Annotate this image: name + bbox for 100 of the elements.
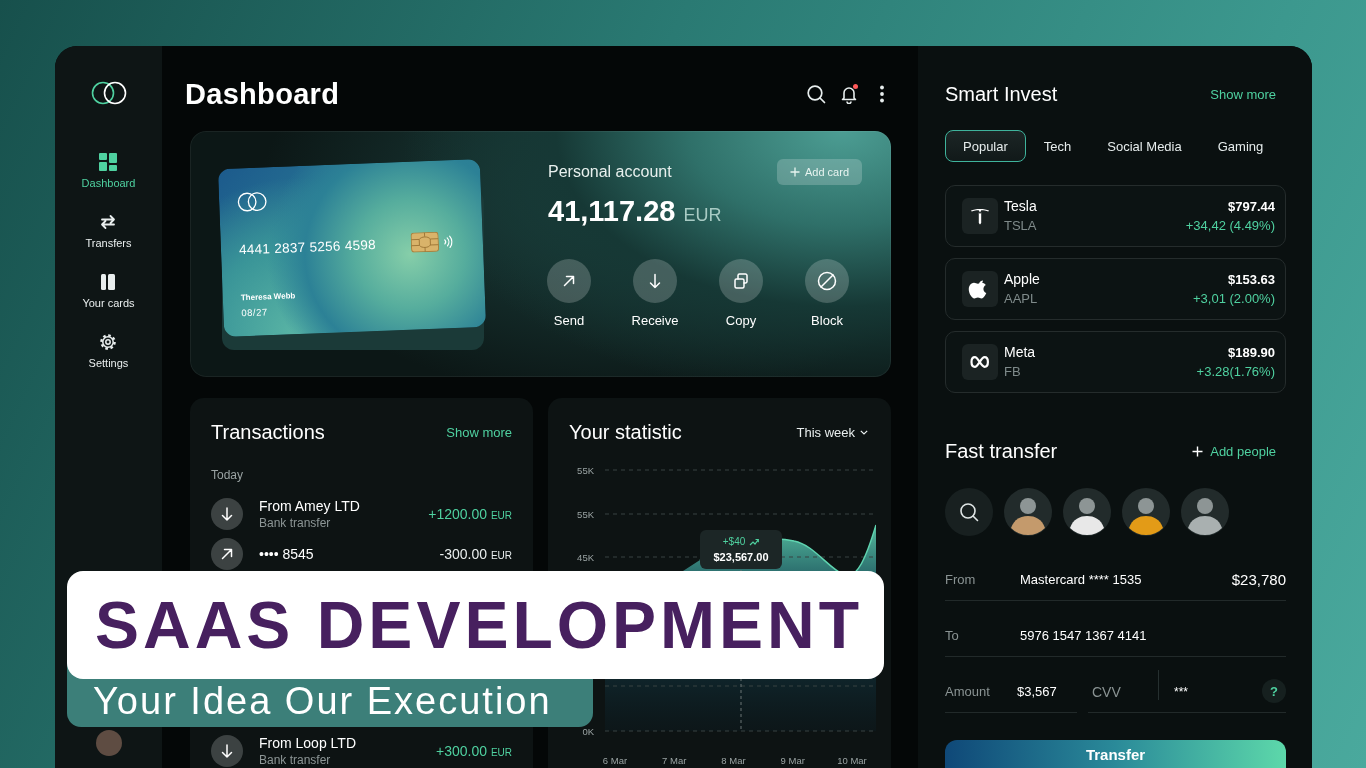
action-button[interactable]: Receive <box>620 259 690 329</box>
contact-avatar[interactable] <box>1181 488 1229 536</box>
infinity-icon <box>962 344 998 380</box>
plus-icon <box>789 167 800 177</box>
stock-ticker: TSLA <box>1004 217 1038 235</box>
copy-icon <box>719 259 763 303</box>
arrow-down-icon <box>633 259 677 303</box>
contactless-icon <box>442 234 454 248</box>
field-label: From <box>945 572 977 588</box>
balance-amount: 41,117.28 EUR <box>548 194 723 229</box>
t-shape-icon <box>962 198 998 234</box>
period-dropdown[interactable]: This week <box>796 424 868 440</box>
settings-icon <box>99 333 118 351</box>
x-axis-label: 6 Mar <box>602 755 628 766</box>
show-more-link[interactable]: Show more <box>446 424 512 440</box>
action-button[interactable]: Block <box>792 259 862 329</box>
arrow-down-icon <box>211 735 243 767</box>
transaction-amount: +1200.00 EUR <box>428 506 512 522</box>
date-group-label: Today <box>211 467 245 483</box>
cvv-input[interactable]: *** <box>1174 684 1254 700</box>
action-button[interactable]: Send <box>534 259 604 329</box>
y-axis-label: 45K <box>577 551 594 563</box>
transaction-name: From Loop LTD <box>259 734 357 752</box>
card-expiry: 08/27 <box>241 306 268 320</box>
stock-card[interactable]: Apple AAPL $153.63 +3,01 (2.00%) <box>945 258 1286 320</box>
search-icon[interactable] <box>806 83 826 104</box>
card-balance: $23,780 <box>1231 571 1286 588</box>
logo-icon <box>90 81 127 105</box>
x-axis-label: 9 Mar <box>780 755 805 766</box>
contact-avatar[interactable] <box>1063 488 1111 536</box>
section-title: Smart Invest <box>945 82 1058 106</box>
slashed-circle-icon <box>805 259 849 303</box>
transaction-name: •••• 8545 <box>259 545 315 563</box>
arrow-down-icon <box>211 498 243 530</box>
transaction-amount: +300.00 EUR <box>436 743 512 759</box>
arrow-up-right-icon <box>547 259 591 303</box>
page-title: Dashboard <box>185 76 340 111</box>
transaction-amount: -300.00 EUR <box>439 546 512 562</box>
y-axis-label: 0K <box>582 725 594 737</box>
transaction-name: From Amey LTD <box>259 497 361 515</box>
nav-item[interactable]: Dashboard <box>81 153 136 190</box>
help-button[interactable]: ? <box>1262 679 1286 703</box>
card-number-input[interactable]: 5976 1547 1367 4141 <box>1020 628 1286 644</box>
category-tab[interactable]: Gaming <box>1199 130 1282 162</box>
stock-price: $189.90 <box>1228 344 1275 362</box>
stock-ticker: FB <box>1004 363 1022 381</box>
card-logo-icon <box>236 191 268 213</box>
banner-subtitle: Your Idea Our Execution <box>93 679 552 723</box>
stock-change: +3,01 (2.00%) <box>1192 290 1275 308</box>
banner-title: SAAS DEVELOPMENT <box>95 590 864 660</box>
y-axis-label: 55K <box>577 464 594 476</box>
transaction-method: Bank transfer <box>259 752 332 768</box>
stock-name: Meta <box>1004 343 1037 362</box>
nav-item[interactable]: Transfers <box>85 213 132 250</box>
section-title: Fast transfer <box>945 439 1058 463</box>
chevron-down-icon <box>860 429 868 435</box>
account-label: Personal account <box>548 163 672 181</box>
stock-name: Apple <box>1004 270 1041 289</box>
stock-change: +34,42 (4.49%) <box>1185 217 1275 235</box>
dashboard-grid-icon <box>99 153 118 171</box>
trend-up-icon <box>749 537 760 546</box>
card-title: Transactions <box>211 420 325 444</box>
transaction-method: Bank transfer <box>259 515 332 531</box>
category-tab[interactable]: Tech <box>1025 130 1090 162</box>
apple-icon <box>962 271 998 307</box>
card-number: 4441 2837 5256 4598 <box>238 236 377 257</box>
plus-icon <box>1192 445 1204 457</box>
chip-icon <box>410 231 440 253</box>
stock-card[interactable]: Meta FB $189.90 +3.28(1.76%) <box>945 331 1286 393</box>
search-icon[interactable] <box>945 488 993 536</box>
transfer-arrows-icon <box>99 213 118 231</box>
stock-ticker: AAPL <box>1004 290 1039 308</box>
x-axis-label: 10 Mar <box>837 755 867 766</box>
add-people-button[interactable]: Add people <box>1192 443 1276 459</box>
x-axis-label: 8 Mar <box>721 755 746 766</box>
transfer-button[interactable]: Transfer <box>945 740 1286 768</box>
card-holder-name: Theresa Webb <box>240 291 296 304</box>
more-menu-icon[interactable] <box>878 83 886 104</box>
stock-price: $153.63 <box>1228 271 1275 289</box>
field-label: Amount <box>945 684 991 700</box>
show-more-link[interactable]: Show more <box>1210 86 1276 102</box>
action-button[interactable]: Copy <box>706 259 776 329</box>
field-label: CVV <box>1092 684 1122 700</box>
stock-card[interactable]: Tesla TSLA $797.44 +34,42 (4.49%) <box>945 185 1286 247</box>
cards-icon <box>99 273 118 291</box>
contact-avatar[interactable] <box>1122 488 1170 536</box>
card-select[interactable]: Mastercard **** 1535 <box>1020 572 1232 588</box>
nav-item[interactable]: Your cards <box>82 273 135 310</box>
y-axis-label: 55K <box>577 508 594 520</box>
field-label: To <box>945 628 960 644</box>
card-title: Your statistic <box>569 420 682 444</box>
stock-name: Tesla <box>1004 197 1038 216</box>
category-tab[interactable]: Popular <box>945 130 1026 162</box>
amount-input[interactable]: $3,567 <box>1017 684 1077 700</box>
x-axis-label: 7 Mar <box>662 755 687 766</box>
category-tab[interactable]: Social Media <box>1089 130 1200 162</box>
stock-price: $797.44 <box>1228 198 1275 216</box>
nav-item[interactable]: Settings <box>88 333 129 370</box>
stock-change: +3.28(1.76%) <box>1196 363 1275 381</box>
contact-avatar[interactable] <box>1004 488 1052 536</box>
